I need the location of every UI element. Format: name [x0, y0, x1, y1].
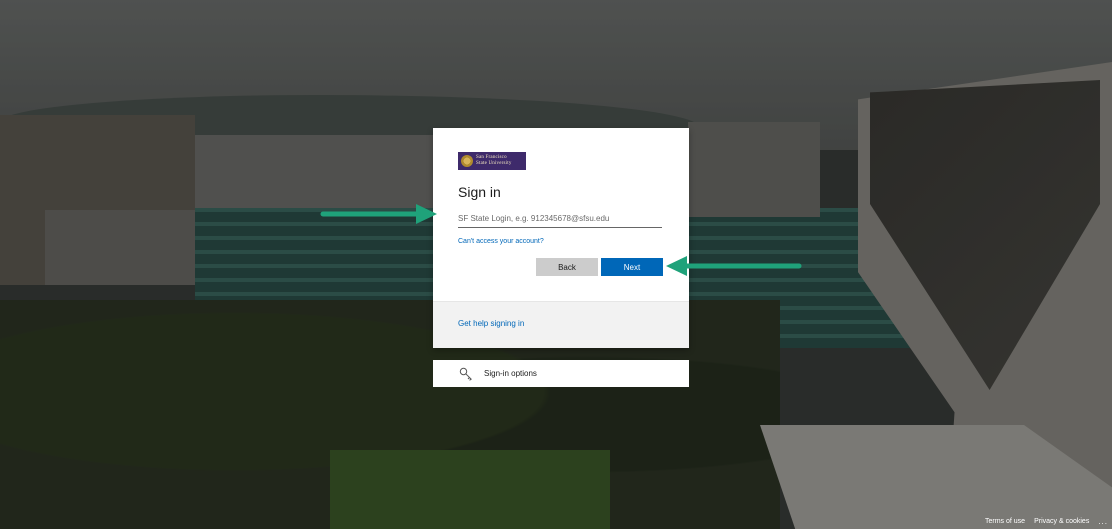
- cant-access-account-link[interactable]: Can't access your account?: [458, 238, 544, 245]
- help-section: Get help signing in: [433, 301, 689, 348]
- sfsu-logo: San Francisco State University: [458, 152, 526, 170]
- signin-options-label: Sign-in options: [484, 369, 537, 378]
- login-input[interactable]: [458, 210, 662, 228]
- footer: Terms of use Privacy & cookies ...: [985, 517, 1108, 526]
- page-title: Sign in: [458, 184, 501, 200]
- arrow-left-icon: [666, 256, 802, 276]
- key-icon: [459, 367, 472, 381]
- university-seal-icon: [461, 155, 473, 167]
- next-button[interactable]: Next: [601, 258, 663, 276]
- signin-options-button[interactable]: Sign-in options: [433, 360, 689, 387]
- back-button[interactable]: Back: [536, 258, 598, 276]
- more-options-icon[interactable]: ...: [1098, 517, 1108, 526]
- privacy-cookies-link[interactable]: Privacy & cookies: [1034, 518, 1089, 525]
- arrow-right-icon: [320, 204, 437, 224]
- get-help-signing-in-link[interactable]: Get help signing in: [458, 319, 524, 328]
- logo-text-line2: State University: [476, 161, 512, 166]
- signin-card: San Francisco State University Sign in C…: [433, 128, 689, 348]
- logo-text: San Francisco State University: [476, 155, 512, 167]
- terms-of-use-link[interactable]: Terms of use: [985, 518, 1025, 525]
